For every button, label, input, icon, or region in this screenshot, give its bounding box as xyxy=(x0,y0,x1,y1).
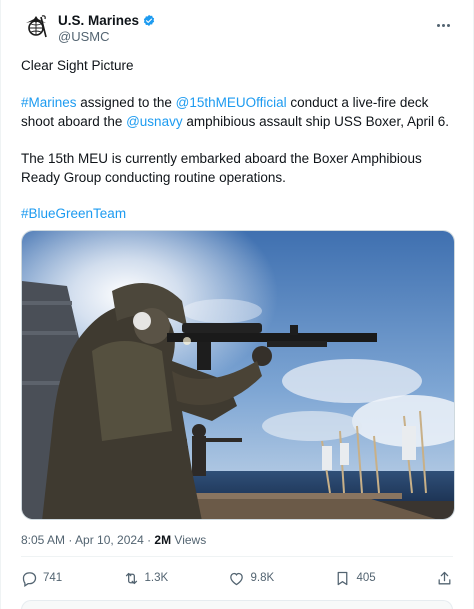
repost-icon xyxy=(125,572,137,584)
reply-count: 741 xyxy=(43,572,63,584)
para1-text-1: assigned to the xyxy=(76,95,176,110)
share-icon xyxy=(438,571,451,584)
post-paragraph-1: #Marines assigned to the @15thMEUOfficia… xyxy=(21,93,453,131)
photo-marines-firing-on-deck xyxy=(22,231,454,519)
post-paragraph-2: The 15th MEU is currently embarked aboar… xyxy=(21,151,422,185)
like-icon xyxy=(230,572,244,585)
repost-count: 1.3K xyxy=(144,572,169,584)
like-button[interactable]: 9.8K xyxy=(228,570,274,587)
post-photo[interactable] xyxy=(21,230,455,520)
post-hashtag-line: #BlueGreenTeam xyxy=(21,204,453,223)
verified-badge-icon xyxy=(143,14,155,26)
hashtag-marines[interactable]: #Marines xyxy=(21,95,77,110)
author-info: U.S. Marines @USMC xyxy=(58,13,156,45)
post-card: U.S. Marines @USMC Clear Sight Picture #… xyxy=(0,0,474,609)
bookmark-icon xyxy=(338,571,348,585)
more-icon[interactable] xyxy=(433,18,453,32)
para1-text-3: amphibious assault ship USS Boxer, April… xyxy=(182,114,449,129)
author-name-row[interactable]: U.S. Marines xyxy=(58,13,156,29)
views-label: Views xyxy=(171,533,207,547)
usmc-emblem-icon xyxy=(22,13,50,41)
avatar[interactable] xyxy=(21,12,51,42)
post-timestamp[interactable]: 8:05 AM · Apr 10, 2024 · xyxy=(21,533,154,547)
action-bar: 741 1.3K 9.8K 405 xyxy=(21,566,453,590)
divider xyxy=(21,556,453,557)
repost-button[interactable]: 1.3K xyxy=(123,570,169,587)
author-display-name[interactable]: U.S. Marines xyxy=(58,13,139,29)
post-meta: 8:05 AM · Apr 10, 2024 · 2M Views xyxy=(21,532,206,548)
mention-usnavy[interactable]: @usnavy xyxy=(126,114,182,129)
post-title-line: Clear Sight Picture xyxy=(21,58,134,73)
like-count: 9.8K xyxy=(250,572,275,584)
bookmark-count: 405 xyxy=(356,572,376,584)
author-handle[interactable]: @USMC xyxy=(58,29,156,45)
reply-button[interactable]: 741 xyxy=(21,570,62,587)
hashtag-bluegreenteam[interactable]: #BlueGreenTeam xyxy=(21,206,126,221)
mention-15thmeu[interactable]: @15thMEUOfficial xyxy=(176,95,287,110)
views-count: 2M xyxy=(154,533,172,547)
post-header: U.S. Marines @USMC xyxy=(21,12,457,46)
reply-icon xyxy=(22,571,37,587)
bookmark-button[interactable]: 405 xyxy=(334,570,376,587)
reply-box-edge[interactable] xyxy=(21,600,453,609)
share-button[interactable] xyxy=(436,570,453,587)
